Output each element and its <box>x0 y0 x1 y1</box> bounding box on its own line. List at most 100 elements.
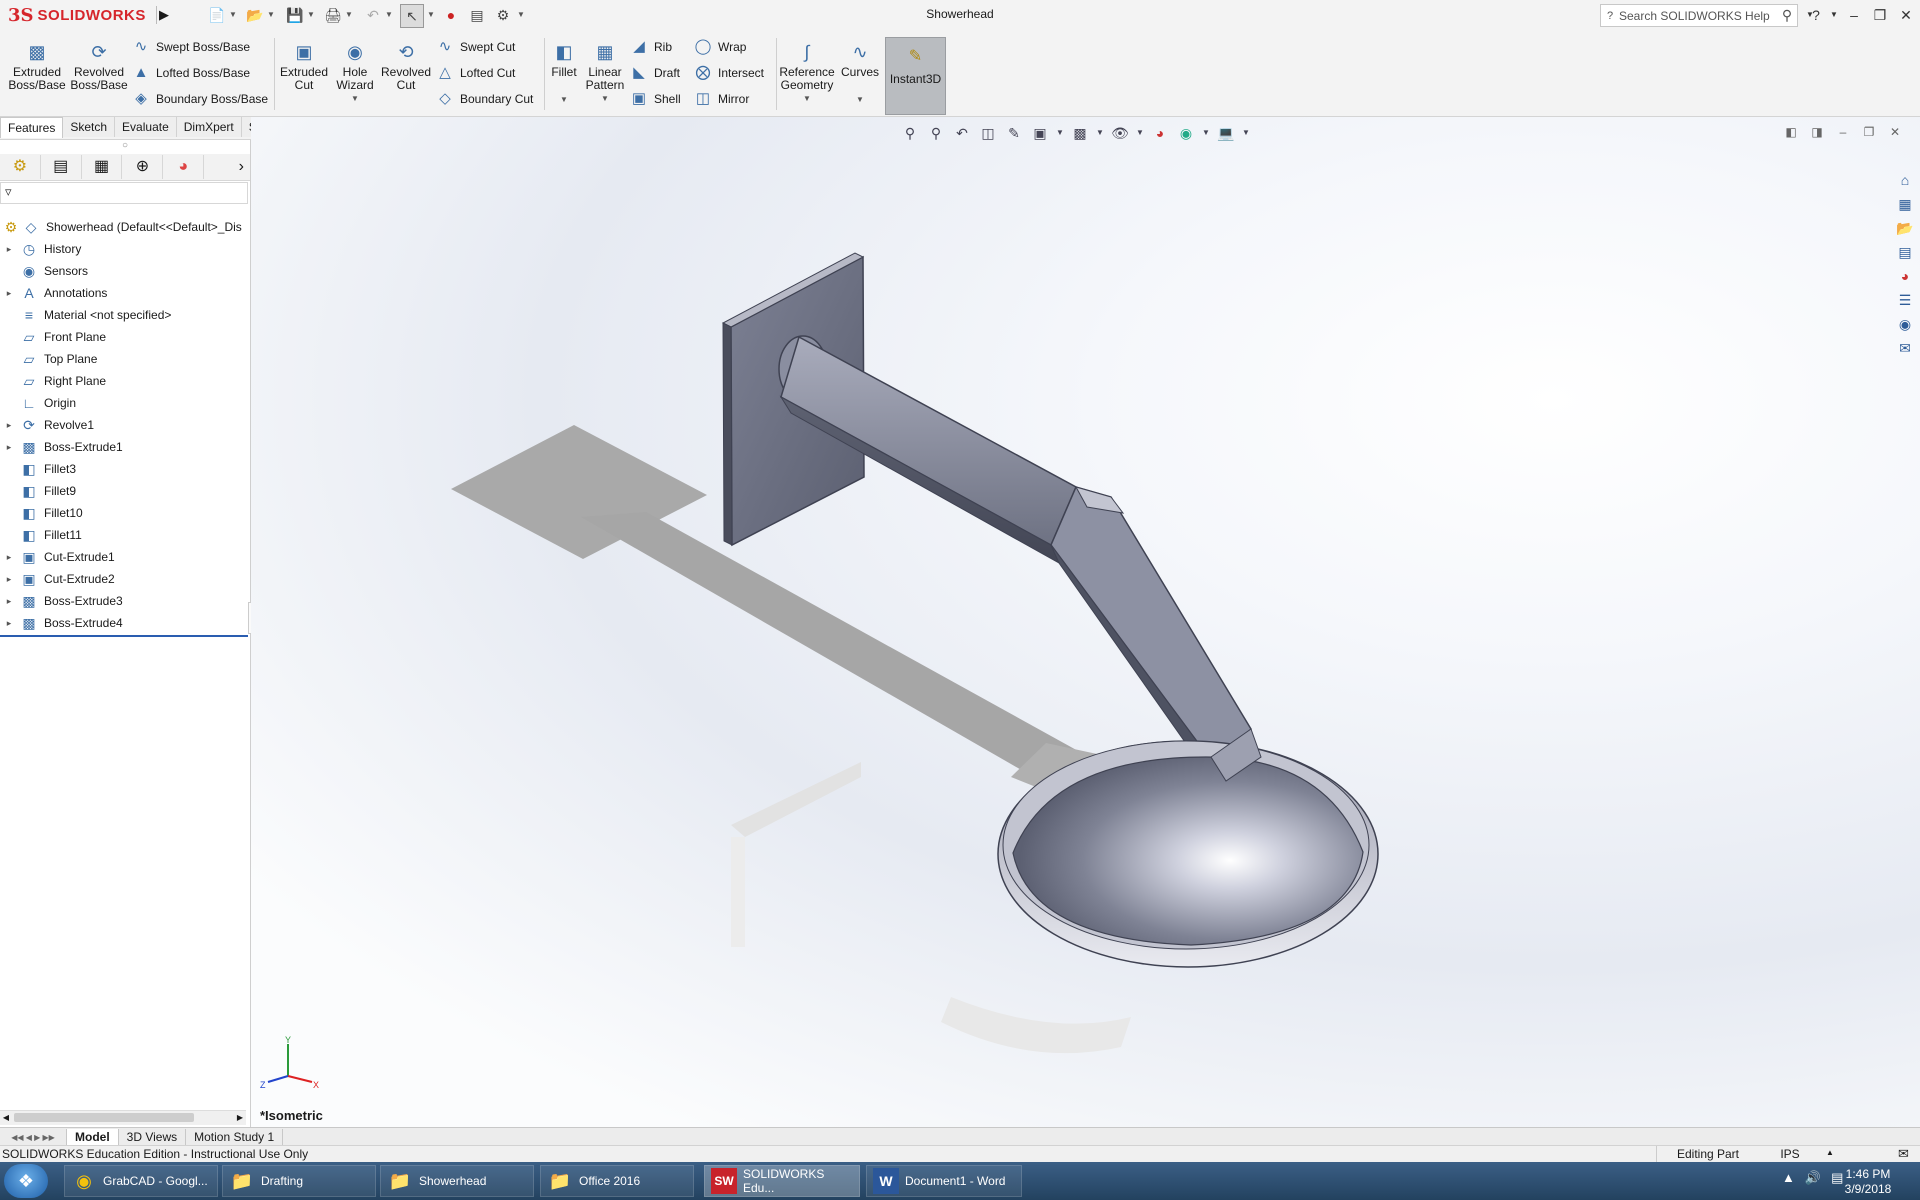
viewport-restore-icon[interactable]: ❐ <box>1860 123 1878 141</box>
taskbar-clock[interactable]: 1:46 PM 3/9/2018 <box>1830 1167 1906 1197</box>
taskbar-item-showerhead-folder[interactable]: 📁 Showerhead <box>380 1165 534 1197</box>
unit-system[interactable]: IPS <box>1770 1147 1810 1161</box>
new-dropdown-icon[interactable]: ▼ <box>228 4 238 26</box>
menu-expand-arrow-icon[interactable]: ▶ <box>156 6 171 24</box>
linear-pattern-dropdown-icon[interactable]: ▼ <box>582 92 628 105</box>
previous-view-icon[interactable]: ↶ <box>952 123 972 143</box>
viewport-tile-left-icon[interactable]: ◧ <box>1782 123 1800 141</box>
print-icon[interactable]: 🖨 <box>322 4 344 26</box>
dimxpert-manager-tab-icon[interactable]: ⊕ <box>122 155 164 179</box>
taskbar-item-solidworks[interactable]: SW SOLIDWORKS Edu... <box>704 1165 860 1197</box>
boundary-cut-button[interactable]: ◇ Boundary Cut <box>436 88 540 110</box>
view-settings-dropdown-icon[interactable]: ▼ <box>1242 123 1250 143</box>
tree-item-cut-extrude1[interactable]: ▸ ▣ Cut-Extrude1 <box>0 546 250 568</box>
tree-item-fillet10[interactable]: ◧ Fillet10 <box>0 502 250 524</box>
fillet-dropdown-icon[interactable]: ▼ <box>546 93 582 106</box>
revolved-boss-button[interactable]: ⟳ Revolved Boss/Base <box>68 34 130 114</box>
bottom-tab-model[interactable]: Model <box>67 1129 119 1145</box>
expand-arrow-icon[interactable]: ▸ <box>0 244 18 255</box>
view-palette-icon[interactable]: ▤ <box>1894 242 1916 262</box>
scrollbar-thumb[interactable] <box>14 1113 194 1122</box>
expand-arrow-icon[interactable]: ▸ <box>0 552 18 563</box>
solidworks-resources-icon[interactable]: ⌂ <box>1894 170 1916 190</box>
edit-appearance-icon[interactable]: ◕ <box>1150 123 1170 143</box>
dynamic-annotation-icon[interactable]: ✎ <box>1004 123 1024 143</box>
hole-wizard-dropdown-icon[interactable]: ▼ <box>330 92 380 105</box>
zoom-to-area-icon[interactable]: ⚲ <box>926 123 946 143</box>
tree-item-revolve1[interactable]: ▸ ⟳ Revolve1 <box>0 414 250 436</box>
taskbar-item-chrome[interactable]: ◉ GrabCAD - Googl... <box>64 1165 218 1197</box>
open-icon[interactable]: 📂 <box>244 4 266 26</box>
save-dropdown-icon[interactable]: ▼ <box>306 4 316 26</box>
tree-item-right-plane[interactable]: ▱ Right Plane <box>0 370 250 392</box>
tree-root-part[interactable]: ⚙ ◇ Showerhead (Default<<Default>_Dis <box>0 216 250 238</box>
rebuild-icon[interactable]: ● <box>440 4 462 26</box>
tree-item-cut-extrude2[interactable]: ▸ ▣ Cut-Extrude2 <box>0 568 250 590</box>
undo-dropdown-icon[interactable]: ▼ <box>384 4 394 26</box>
property-manager-tab-icon[interactable]: ▤ <box>41 155 82 179</box>
tree-item-origin[interactable]: ∟ Origin <box>0 392 250 414</box>
unit-system-dropdown-icon[interactable]: ▲ <box>1826 1148 1834 1157</box>
appearances-scenes-icon[interactable]: ◕ <box>1894 266 1916 286</box>
feature-manager-tab-icon[interactable]: ⚙ <box>0 155 41 179</box>
wrap-button[interactable]: ◯ Wrap <box>694 36 774 58</box>
search-help-input[interactable]: Search SOLIDWORKS Help <box>1619 9 1770 23</box>
tree-item-material-not-specified[interactable]: ≡ Material <not specified> <box>0 304 250 326</box>
reference-geometry-button[interactable]: ∫ Reference Geometry ▼ <box>778 34 836 114</box>
viewport-tile-right-icon[interactable]: ◨ <box>1808 123 1826 141</box>
scroll-right-icon[interactable]: ▶ <box>234 1111 246 1125</box>
expand-arrow-icon[interactable]: ▸ <box>0 420 18 431</box>
design-library-icon[interactable]: ▦ <box>1894 194 1916 214</box>
panel-expand-chevron-icon[interactable]: › <box>204 155 250 179</box>
view-orientation-dropdown-icon[interactable]: ▼ <box>1056 123 1064 143</box>
rollback-bar[interactable] <box>0 635 248 637</box>
print-dropdown-icon[interactable]: ▼ <box>344 4 354 26</box>
display-style-dropdown-icon[interactable]: ▼ <box>1096 123 1104 143</box>
file-explorer-icon[interactable]: 📂 <box>1894 218 1916 238</box>
fillet-button[interactable]: ◧ Fillet ▼ <box>546 34 582 114</box>
display-manager-tab-icon[interactable]: ◕ <box>163 155 205 179</box>
tab-features[interactable]: Features <box>0 117 64 138</box>
bottom-tab-3d-views[interactable]: 3D Views <box>119 1129 187 1145</box>
tree-item-fillet9[interactable]: ◧ Fillet9 <box>0 480 250 502</box>
display-style-icon[interactable]: ▩ <box>1070 123 1090 143</box>
viewport-minimize-icon[interactable]: – <box>1834 123 1852 141</box>
panel-grip-icon[interactable]: ○ <box>0 140 250 152</box>
tree-filter-input[interactable]: ▿ <box>0 182 248 204</box>
select-dropdown-icon[interactable]: ▼ <box>426 4 436 26</box>
open-dropdown-icon[interactable]: ▼ <box>266 4 276 26</box>
custom-properties-icon[interactable]: ☰ <box>1894 290 1916 310</box>
view-orientation-icon[interactable]: ▣ <box>1030 123 1050 143</box>
expand-arrow-icon[interactable]: ▸ <box>0 574 18 585</box>
tree-item-sensors[interactable]: ◉ Sensors <box>0 260 250 282</box>
undo-icon[interactable]: ↶ <box>362 4 384 26</box>
graphics-area[interactable] <box>251 117 1920 1127</box>
file-properties-icon[interactable]: ▤ <box>466 4 488 26</box>
new-icon[interactable]: 📄 <box>206 4 228 26</box>
tree-item-top-plane[interactable]: ▱ Top Plane <box>0 348 250 370</box>
draft-button[interactable]: ◣ Draft <box>630 62 694 84</box>
minimize-window-icon[interactable]: – <box>1842 4 1866 26</box>
options-icon[interactable]: ⚙ <box>492 4 514 26</box>
tree-item-history[interactable]: ▸ ◷ History <box>0 238 250 260</box>
tab-sketch[interactable]: Sketch <box>63 117 116 137</box>
instant3d-button[interactable]: ✎ Instant3D <box>885 37 946 115</box>
select-icon[interactable]: ↖ <box>400 4 424 28</box>
apply-scene-dropdown-icon[interactable]: ▼ <box>1202 123 1210 143</box>
expand-arrow-icon[interactable]: ▸ <box>0 618 18 629</box>
close-window-icon[interactable]: ✕ <box>1894 4 1918 26</box>
expand-arrow-icon[interactable]: ▸ <box>0 596 18 607</box>
extruded-cut-button[interactable]: ▣ Extruded Cut <box>278 34 330 114</box>
taskbar-item-drafting[interactable]: 📁 Drafting <box>222 1165 376 1197</box>
mirror-button[interactable]: ◫ Mirror <box>694 88 774 110</box>
taskbar-item-word[interactable]: W Document1 - Word <box>866 1165 1022 1197</box>
view-settings-icon[interactable]: 💻 <box>1216 123 1236 143</box>
hide-show-dropdown-icon[interactable]: ▼ <box>1136 123 1144 143</box>
boundary-boss-button[interactable]: ◈ Boundary Boss/Base <box>132 88 272 110</box>
solidworks-forum-icon[interactable]: ◉ <box>1894 314 1916 334</box>
tree-horizontal-scrollbar[interactable]: ◀ ▶ <box>0 1110 246 1125</box>
lofted-boss-button[interactable]: ▲ Lofted Boss/Base <box>132 62 272 84</box>
tree-item-annotations[interactable]: ▸ A Annotations <box>0 282 250 304</box>
tab-evaluate[interactable]: Evaluate <box>115 117 177 137</box>
status-comment-icon[interactable]: ✉ <box>1898 1146 1909 1162</box>
